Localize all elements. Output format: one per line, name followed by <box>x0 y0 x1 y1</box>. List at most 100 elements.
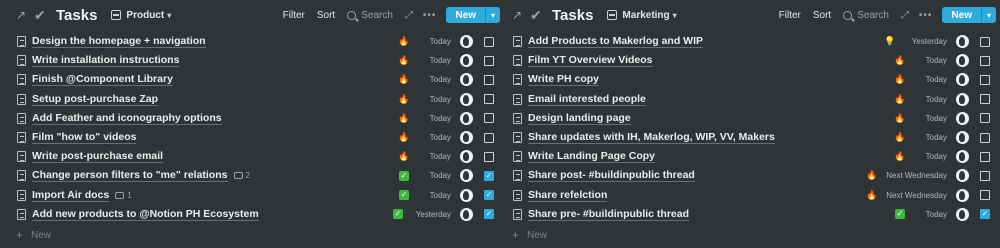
avatar[interactable] <box>460 111 473 125</box>
avatar[interactable] <box>956 111 969 125</box>
avatar[interactable] <box>956 131 969 145</box>
avatar[interactable] <box>460 188 473 202</box>
task-title[interactable]: Share pre- #buildinpublic thread <box>528 208 690 221</box>
table-row[interactable]: Add Products to Makerlog and WIP 💡 Yeste… <box>508 32 996 51</box>
expand-icon[interactable]: ⤢ <box>901 10 909 21</box>
view-selector[interactable]: Product ▾ <box>111 10 171 21</box>
task-title[interactable]: Write installation instructions <box>32 54 180 68</box>
task-title[interactable]: Share updates with IH, Makerlog, WIP, VV… <box>528 131 775 145</box>
avatar[interactable] <box>460 150 473 164</box>
database-title[interactable]: Tasks <box>56 7 97 24</box>
done-checkbox[interactable] <box>980 74 990 85</box>
task-title[interactable]: Write PH copy <box>528 73 599 87</box>
table-row[interactable]: Setup post-purchase Zap 🔥 Today <box>12 90 500 109</box>
sort-button[interactable]: Sort <box>813 10 831 21</box>
table-row[interactable]: Share pre- #buildinpublic thread ✓ Today… <box>508 205 996 224</box>
avatar[interactable] <box>460 35 473 49</box>
sort-button[interactable]: Sort <box>317 10 335 21</box>
done-checkbox[interactable] <box>980 113 990 124</box>
table-row[interactable]: Film YT Overview Videos 🔥 Today <box>508 51 996 70</box>
open-as-page-icon[interactable]: ↗ <box>512 8 526 22</box>
expand-icon[interactable]: ⤢ <box>405 10 413 21</box>
done-checkbox[interactable] <box>980 94 990 105</box>
table-row[interactable]: Add Feather and iconography options 🔥 To… <box>12 109 500 128</box>
avatar[interactable] <box>956 73 969 87</box>
done-checkbox[interactable] <box>980 151 990 162</box>
table-row[interactable]: Design the homepage + navigation 🔥 Today <box>12 32 500 51</box>
task-title[interactable]: Finish @Component Library <box>32 73 173 87</box>
comment-count[interactable]: 2 <box>233 171 250 180</box>
comment-count[interactable]: 1 <box>115 191 132 200</box>
table-row[interactable]: Share refelction 🔥 Next Wednesday <box>508 186 996 205</box>
filter-button[interactable]: Filter <box>283 10 305 21</box>
done-checkbox[interactable] <box>484 55 494 66</box>
table-row[interactable]: Share updates with IH, Makerlog, WIP, VV… <box>508 128 996 147</box>
avatar[interactable] <box>460 54 473 68</box>
task-title[interactable]: Design the homepage + navigation <box>32 35 206 49</box>
task-title[interactable]: Import Air docs <box>32 189 110 202</box>
task-title[interactable]: Setup post-purchase Zap <box>32 93 159 106</box>
table-row[interactable]: Add new products to @Notion PH Ecosystem… <box>12 205 500 224</box>
table-row[interactable]: Finish @Component Library 🔥 Today <box>12 70 500 89</box>
task-title[interactable]: Change person filters to "me" relations <box>32 169 228 183</box>
add-new-row[interactable]: + New <box>512 228 547 242</box>
avatar[interactable] <box>956 169 969 183</box>
task-title[interactable]: Share post- #buildinpublic thread <box>528 169 695 183</box>
task-title[interactable]: Share refelction <box>528 189 608 202</box>
done-checkbox[interactable]: ✓ <box>484 170 494 181</box>
done-checkbox[interactable] <box>484 151 494 162</box>
done-checkbox[interactable] <box>980 190 990 201</box>
done-checkbox[interactable] <box>980 170 990 181</box>
done-checkbox[interactable] <box>484 74 494 85</box>
avatar[interactable] <box>460 131 473 145</box>
done-checkbox[interactable] <box>484 132 494 143</box>
add-new-row[interactable]: + New <box>16 228 51 242</box>
table-row[interactable]: Write Landing Page Copy 🔥 Today <box>508 147 996 166</box>
avatar[interactable] <box>460 73 473 87</box>
table-row[interactable]: Write post-purchase email 🔥 Today <box>12 147 500 166</box>
table-row[interactable]: Write installation instructions 🔥 Today <box>12 51 500 70</box>
done-checkbox[interactable]: ✓ <box>484 209 494 220</box>
done-checkbox[interactable]: ✓ <box>484 190 494 201</box>
task-title[interactable]: Add new products to @Notion PH Ecosystem <box>32 208 259 221</box>
table-row[interactable]: Write PH copy 🔥 Today <box>508 70 996 89</box>
task-title[interactable]: Write post-purchase email <box>32 150 164 164</box>
table-row[interactable]: Change person filters to "me" relations … <box>12 166 500 185</box>
search-button[interactable]: Search <box>843 10 889 21</box>
task-title[interactable]: Email interested people <box>528 93 646 106</box>
new-button[interactable]: New <box>446 7 485 23</box>
avatar[interactable] <box>460 169 473 183</box>
view-selector[interactable]: Marketing ▾ <box>607 10 677 21</box>
task-title[interactable]: Add Feather and iconography options <box>32 112 222 125</box>
done-checkbox[interactable]: ✓ <box>980 209 990 220</box>
avatar[interactable] <box>956 35 969 49</box>
table-row[interactable]: Design landing page 🔥 Today <box>508 109 996 128</box>
search-button[interactable]: Search <box>347 10 393 21</box>
task-title[interactable]: Film "how to" videos <box>32 131 137 145</box>
database-title[interactable]: Tasks <box>552 7 593 24</box>
new-button[interactable]: New <box>942 7 981 23</box>
avatar[interactable] <box>956 188 969 202</box>
done-checkbox[interactable] <box>980 55 990 66</box>
new-dropdown-chevron-icon[interactable]: ▾ <box>980 7 996 23</box>
table-row[interactable]: Import Air docs 1 ✓ Today ✓ <box>12 186 500 205</box>
done-checkbox[interactable] <box>484 94 494 105</box>
done-checkbox[interactable] <box>980 36 990 47</box>
done-checkbox[interactable] <box>484 36 494 47</box>
table-row[interactable]: Share post- #buildinpublic thread 🔥 Next… <box>508 166 996 185</box>
done-checkbox[interactable] <box>980 132 990 143</box>
avatar[interactable] <box>956 92 969 106</box>
avatar[interactable] <box>956 207 969 221</box>
avatar[interactable] <box>956 54 969 68</box>
open-as-page-icon[interactable]: ↗ <box>16 8 30 22</box>
avatar[interactable] <box>460 92 473 106</box>
task-title[interactable]: Film YT Overview Videos <box>528 54 653 68</box>
more-icon[interactable]: ••• <box>919 10 933 21</box>
task-title[interactable]: Write Landing Page Copy <box>528 150 655 164</box>
table-row[interactable]: Film "how to" videos 🔥 Today <box>12 128 500 147</box>
done-checkbox[interactable] <box>484 113 494 124</box>
more-icon[interactable]: ••• <box>423 10 437 21</box>
new-dropdown-chevron-icon[interactable]: ▾ <box>484 7 500 23</box>
task-title[interactable]: Design landing page <box>528 112 631 125</box>
avatar[interactable] <box>956 150 969 164</box>
